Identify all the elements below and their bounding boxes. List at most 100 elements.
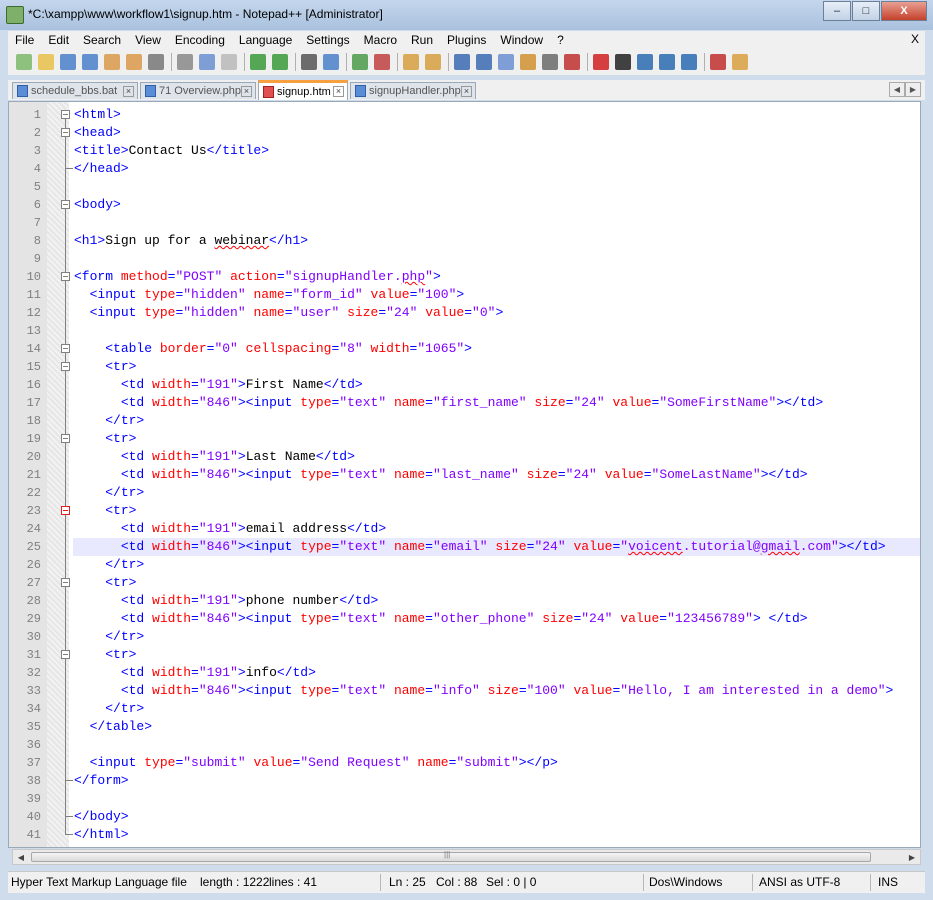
code-line[interactable]: 3 <title>Contact Us</title> <box>9 142 920 160</box>
show-all-chars-icon[interactable] <box>476 54 492 70</box>
menu-help[interactable]: ? <box>550 33 571 47</box>
fold-toggle-icon[interactable] <box>61 272 70 281</box>
code-line[interactable]: 29 <td width="846"><input type="text" na… <box>9 610 920 628</box>
code-line[interactable]: 23 <tr> <box>9 502 920 520</box>
code-line[interactable]: 7 <box>9 214 920 232</box>
close-tab-icon[interactable]: × <box>333 86 344 97</box>
function-list-icon[interactable] <box>542 54 558 70</box>
code-line[interactable]: 36 <box>9 736 920 754</box>
code-line[interactable]: 16 <td width="191">First Name</td> <box>9 376 920 394</box>
doc-map-icon[interactable] <box>564 54 580 70</box>
close-tab-icon[interactable]: × <box>461 85 472 97</box>
code-editor[interactable]: 1 <html> 2 <head> 3 <title>Contact Us</title>… <box>8 101 921 848</box>
sync-vertical-icon[interactable] <box>403 54 419 70</box>
fold-toggle-icon[interactable] <box>61 506 70 515</box>
save-all-icon[interactable] <box>82 54 98 70</box>
spell-check-icon[interactable] <box>710 54 726 70</box>
code-line[interactable]: 1 <html> <box>9 106 920 124</box>
close-icon[interactable] <box>104 54 120 70</box>
fold-toggle-icon[interactable] <box>61 200 70 209</box>
code-line[interactable]: 26 </tr> <box>9 556 920 574</box>
code-line[interactable]: 20 <td width="191">Last Name</td> <box>9 448 920 466</box>
menu-settings[interactable]: Settings <box>299 33 356 47</box>
scroll-left-arrow-icon[interactable]: ◀ <box>14 851 28 863</box>
code-line[interactable]: 22 </tr> <box>9 484 920 502</box>
tab-schedule-bbs-bat[interactable]: schedule_bbs.bat × <box>12 82 138 99</box>
word-wrap-icon[interactable] <box>454 54 470 70</box>
close-tab-icon[interactable]: × <box>123 85 134 97</box>
code-line[interactable]: 38 </form> <box>9 772 920 790</box>
fold-toggle-icon[interactable] <box>61 578 70 587</box>
code-line[interactable]: 39 <box>9 790 920 808</box>
menu-search[interactable]: Search <box>76 33 128 47</box>
minimize-button[interactable]: – <box>823 1 851 21</box>
code-line[interactable]: 31 <tr> <box>9 646 920 664</box>
tab-scroll-right-button[interactable]: ▶ <box>905 82 921 97</box>
fold-toggle-icon[interactable] <box>61 344 70 353</box>
cut-icon[interactable] <box>177 54 193 70</box>
code-line[interactable]: 27 <tr> <box>9 574 920 592</box>
code-line[interactable]: 34 </tr> <box>9 700 920 718</box>
tab-signup-htm[interactable]: signup.htm × <box>258 80 348 100</box>
menu-edit[interactable]: Edit <box>41 33 76 47</box>
code-line[interactable]: 24 <td width="191">email address</td> <box>9 520 920 538</box>
indent-guide-icon[interactable] <box>498 54 514 70</box>
horizontal-scrollbar[interactable]: ◀ ||| ▶ <box>12 849 921 865</box>
menu-view[interactable]: View <box>128 33 168 47</box>
maximize-button[interactable]: □ <box>852 1 880 21</box>
code-line[interactable]: 2 <head> <box>9 124 920 142</box>
close-document-button[interactable]: X <box>911 32 919 46</box>
code-line[interactable]: 41 </html> <box>9 826 920 844</box>
copy-icon[interactable] <box>199 54 215 70</box>
code-line[interactable]: 40 </body> <box>9 808 920 826</box>
menu-encoding[interactable]: Encoding <box>168 33 232 47</box>
scrollbar-thumb[interactable]: ||| <box>31 850 871 862</box>
new-file-icon[interactable] <box>16 54 32 70</box>
code-line[interactable]: 10 <form method="POST" action="signupHand… <box>9 268 920 286</box>
undo-icon[interactable] <box>250 54 266 70</box>
code-line[interactable]: 8 <h1>Sign up for a webinar</h1> <box>9 232 920 250</box>
code-line[interactable]: 35 </table> <box>9 718 920 736</box>
code-line[interactable]: 33 <td width="846"><input type="text" na… <box>9 682 920 700</box>
menu-run[interactable]: Run <box>404 33 440 47</box>
code-line[interactable]: 11 <input type="hidden" name="form_id" v… <box>9 286 920 304</box>
zoom-in-icon[interactable] <box>352 54 368 70</box>
code-line[interactable]: 6 <body> <box>9 196 920 214</box>
code-line[interactable]: 13 <box>9 322 920 340</box>
fold-toggle-icon[interactable] <box>61 362 70 371</box>
save-icon[interactable] <box>60 54 76 70</box>
close-all-icon[interactable] <box>126 54 142 70</box>
print-icon[interactable] <box>148 54 164 70</box>
code-line[interactable]: 12 <input type="hidden" name="user" size… <box>9 304 920 322</box>
play-macro-icon[interactable] <box>637 54 653 70</box>
scroll-right-arrow-icon[interactable]: ▶ <box>905 851 919 863</box>
record-macro-icon[interactable] <box>593 54 609 70</box>
tab-signuphandler-php[interactable]: signupHandler.php × <box>350 82 476 99</box>
sync-horizontal-icon[interactable] <box>425 54 441 70</box>
save-macro-icon[interactable] <box>681 54 697 70</box>
code-line[interactable]: 9 <box>9 250 920 268</box>
code-line[interactable]: 17 <td width="846"><input type="text" na… <box>9 394 920 412</box>
open-file-icon[interactable] <box>38 54 54 70</box>
code-line[interactable]: 28 <td width="191">phone number</td> <box>9 592 920 610</box>
code-line[interactable]: 32 <td width="191">info</td> <box>9 664 920 682</box>
fold-toggle-icon[interactable] <box>61 128 70 137</box>
replace-icon[interactable] <box>323 54 339 70</box>
menu-macro[interactable]: Macro <box>357 33 404 47</box>
user-language-icon[interactable] <box>520 54 536 70</box>
fold-toggle-icon[interactable] <box>61 650 70 659</box>
code-line[interactable]: 18 </tr> <box>9 412 920 430</box>
stop-macro-icon[interactable] <box>615 54 631 70</box>
fold-toggle-icon[interactable] <box>61 110 70 119</box>
tab-71-overview-php[interactable]: 71 Overview.php × <box>140 82 256 99</box>
code-line[interactable]: 21 <td width="846"><input type="text" na… <box>9 466 920 484</box>
code-line[interactable]: 25 <td width="846"><input type="text" na… <box>9 538 920 556</box>
menu-file[interactable]: File <box>8 33 41 47</box>
code-line[interactable]: 30 </tr> <box>9 628 920 646</box>
code-line[interactable]: 19 <tr> <box>9 430 920 448</box>
tab-scroll-left-button[interactable]: ◀ <box>889 82 905 97</box>
code-line[interactable]: 4 </head> <box>9 160 920 178</box>
close-window-button[interactable]: X <box>881 1 927 21</box>
toolbar-extra-icon[interactable] <box>732 54 748 70</box>
run-macro-multiple-icon[interactable] <box>659 54 675 70</box>
